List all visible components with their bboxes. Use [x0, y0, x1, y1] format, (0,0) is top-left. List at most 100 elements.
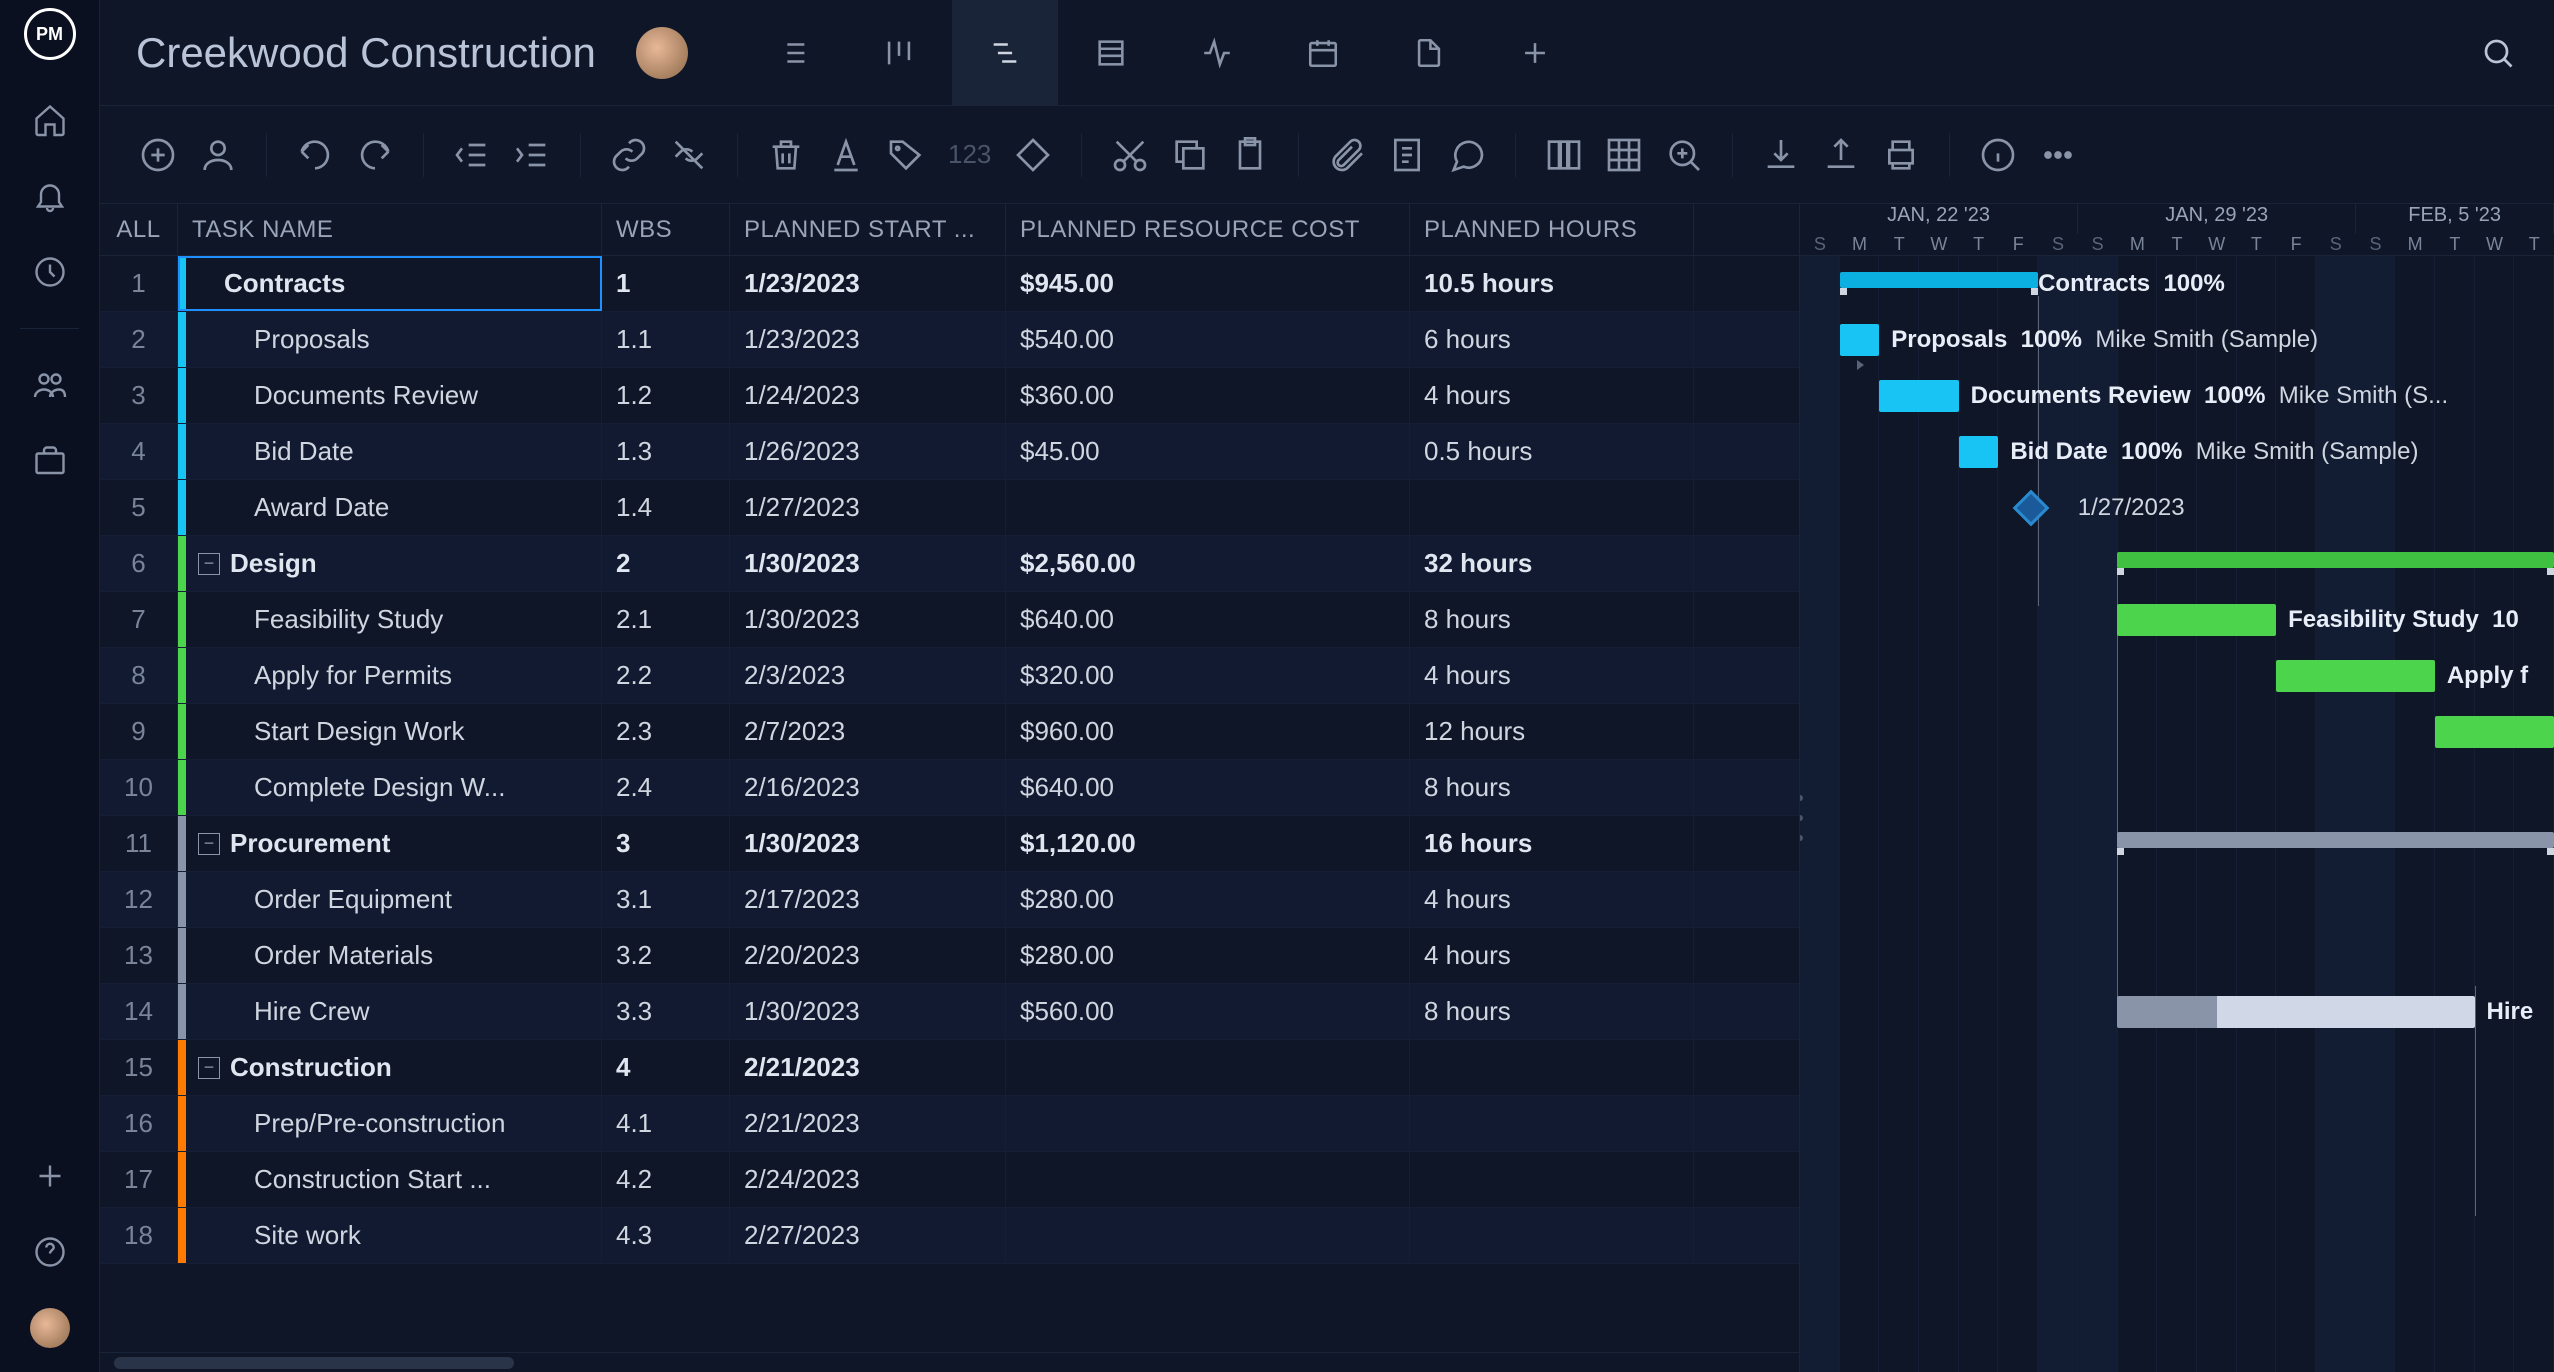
- cell-wbs[interactable]: 2.3: [602, 704, 730, 759]
- cell-cost[interactable]: [1006, 1152, 1410, 1207]
- column-header-row[interactable]: ALL: [100, 204, 178, 255]
- horizontal-scrollbar[interactable]: [100, 1352, 1799, 1372]
- table-row[interactable]: 16Prep/Pre-construction4.12/21/2023: [100, 1096, 1799, 1152]
- cell-cost[interactable]: $1,120.00: [1006, 816, 1410, 871]
- print-icon[interactable]: [1879, 133, 1923, 177]
- cell-start-date[interactable]: 2/16/2023: [730, 760, 1006, 815]
- cell-task-name[interactable]: Bid Date: [178, 424, 602, 479]
- cell-start-date[interactable]: 2/24/2023: [730, 1152, 1006, 1207]
- column-header-task[interactable]: TASK NAME: [178, 204, 602, 255]
- cell-task-name[interactable]: −Construction: [178, 1040, 602, 1095]
- cell-cost[interactable]: $560.00: [1006, 984, 1410, 1039]
- info-icon[interactable]: [1976, 133, 2020, 177]
- view-sheet[interactable]: [1058, 0, 1164, 106]
- column-header-start[interactable]: PLANNED START ...: [730, 204, 1006, 255]
- cell-cost[interactable]: $45.00: [1006, 424, 1410, 479]
- cell-cost[interactable]: $960.00: [1006, 704, 1410, 759]
- cell-task-name[interactable]: Award Date: [178, 480, 602, 535]
- table-row[interactable]: 5Award Date1.41/27/2023: [100, 480, 1799, 536]
- cell-task-name[interactable]: Construction Start ...: [178, 1152, 602, 1207]
- cell-start-date[interactable]: 1/30/2023: [730, 536, 1006, 591]
- cell-start-date[interactable]: 2/17/2023: [730, 872, 1006, 927]
- add-icon[interactable]: [30, 1156, 70, 1196]
- cell-task-name[interactable]: Site work: [178, 1208, 602, 1263]
- cell-start-date[interactable]: 1/24/2023: [730, 368, 1006, 423]
- notifications-icon[interactable]: [30, 176, 70, 216]
- cell-hours[interactable]: 8 hours: [1410, 760, 1694, 815]
- cell-start-date[interactable]: 1/30/2023: [730, 984, 1006, 1039]
- table-row[interactable]: 3Documents Review1.21/24/2023$360.004 ho…: [100, 368, 1799, 424]
- column-header-hours[interactable]: PLANNED HOURS: [1410, 204, 1694, 255]
- cell-cost[interactable]: $320.00: [1006, 648, 1410, 703]
- table-row[interactable]: 9Start Design Work2.32/7/2023$960.0012 h…: [100, 704, 1799, 760]
- cell-start-date[interactable]: 2/21/2023: [730, 1040, 1006, 1095]
- view-board[interactable]: [846, 0, 952, 106]
- add-task-icon[interactable]: [136, 133, 180, 177]
- cell-cost[interactable]: [1006, 480, 1410, 535]
- gantt-task-bar[interactable]: [1879, 380, 1958, 412]
- attachment-icon[interactable]: [1325, 133, 1369, 177]
- cell-wbs[interactable]: 3.1: [602, 872, 730, 927]
- cell-hours[interactable]: [1410, 1152, 1694, 1207]
- cell-wbs[interactable]: 2.1: [602, 592, 730, 647]
- gantt-task-bar[interactable]: [1840, 324, 1880, 356]
- gantt-milestone[interactable]: [2013, 490, 2050, 527]
- zoom-icon[interactable]: [1662, 133, 1706, 177]
- cell-cost[interactable]: [1006, 1096, 1410, 1151]
- table-row[interactable]: 13Order Materials3.22/20/2023$280.004 ho…: [100, 928, 1799, 984]
- cell-wbs[interactable]: 3.2: [602, 928, 730, 983]
- table-row[interactable]: 17Construction Start ...4.22/24/2023: [100, 1152, 1799, 1208]
- table-row[interactable]: 1Contracts11/23/2023$945.0010.5 hours: [100, 256, 1799, 312]
- table-row[interactable]: 11−Procurement31/30/2023$1,120.0016 hour…: [100, 816, 1799, 872]
- collapse-icon[interactable]: −: [198, 1057, 220, 1079]
- cell-cost[interactable]: $945.00: [1006, 256, 1410, 311]
- cell-start-date[interactable]: 2/27/2023: [730, 1208, 1006, 1263]
- text-color-icon[interactable]: [824, 133, 868, 177]
- search-icon[interactable]: [2478, 33, 2518, 73]
- pane-splitter[interactable]: [1800, 788, 1803, 848]
- cell-task-name[interactable]: Documents Review: [178, 368, 602, 423]
- columns-icon[interactable]: [1542, 133, 1586, 177]
- cell-wbs[interactable]: 1.3: [602, 424, 730, 479]
- cell-hours[interactable]: 16 hours: [1410, 816, 1694, 871]
- cell-wbs[interactable]: 2.2: [602, 648, 730, 703]
- more-icon[interactable]: [2036, 133, 2080, 177]
- table-row[interactable]: 10Complete Design W...2.42/16/2023$640.0…: [100, 760, 1799, 816]
- cell-wbs[interactable]: 4.3: [602, 1208, 730, 1263]
- cell-task-name[interactable]: Order Materials: [178, 928, 602, 983]
- cell-start-date[interactable]: 1/23/2023: [730, 312, 1006, 367]
- cell-hours[interactable]: 4 hours: [1410, 928, 1694, 983]
- comments-icon[interactable]: [1445, 133, 1489, 177]
- cell-task-name[interactable]: Proposals: [178, 312, 602, 367]
- gantt-summary-bar[interactable]: [2117, 832, 2554, 848]
- cell-start-date[interactable]: 2/21/2023: [730, 1096, 1006, 1151]
- gantt-summary-bar[interactable]: [2117, 552, 2554, 568]
- cell-task-name[interactable]: Contracts: [178, 256, 602, 311]
- table-row[interactable]: 8Apply for Permits2.22/3/2023$320.004 ho…: [100, 648, 1799, 704]
- gantt-task-bar[interactable]: [2117, 604, 2276, 636]
- help-icon[interactable]: [30, 1232, 70, 1272]
- gantt-task-bar[interactable]: [2435, 716, 2554, 748]
- grid-icon[interactable]: [1602, 133, 1646, 177]
- cell-task-name[interactable]: Prep/Pre-construction: [178, 1096, 602, 1151]
- cell-cost[interactable]: $360.00: [1006, 368, 1410, 423]
- cell-hours[interactable]: 4 hours: [1410, 648, 1694, 703]
- activity-icon[interactable]: [30, 252, 70, 292]
- export-icon[interactable]: [1819, 133, 1863, 177]
- import-icon[interactable]: [1759, 133, 1803, 177]
- view-calendar[interactable]: [1270, 0, 1376, 106]
- gantt-task-bar[interactable]: [2117, 996, 2474, 1028]
- table-row[interactable]: 7Feasibility Study2.11/30/2023$640.008 h…: [100, 592, 1799, 648]
- cell-cost[interactable]: $540.00: [1006, 312, 1410, 367]
- cell-start-date[interactable]: 1/30/2023: [730, 592, 1006, 647]
- cell-task-name[interactable]: −Procurement: [178, 816, 602, 871]
- cell-cost[interactable]: $280.00: [1006, 928, 1410, 983]
- cell-start-date[interactable]: 1/30/2023: [730, 816, 1006, 871]
- gantt-body[interactable]: Contracts 100%Proposals 100% Mike Smith …: [1800, 256, 2554, 1372]
- cell-cost[interactable]: $640.00: [1006, 760, 1410, 815]
- indent-icon[interactable]: [510, 133, 554, 177]
- gantt-task-bar[interactable]: [1959, 436, 1999, 468]
- collapse-icon[interactable]: −: [198, 553, 220, 575]
- cell-hours[interactable]: 0.5 hours: [1410, 424, 1694, 479]
- users-icon[interactable]: [30, 365, 70, 405]
